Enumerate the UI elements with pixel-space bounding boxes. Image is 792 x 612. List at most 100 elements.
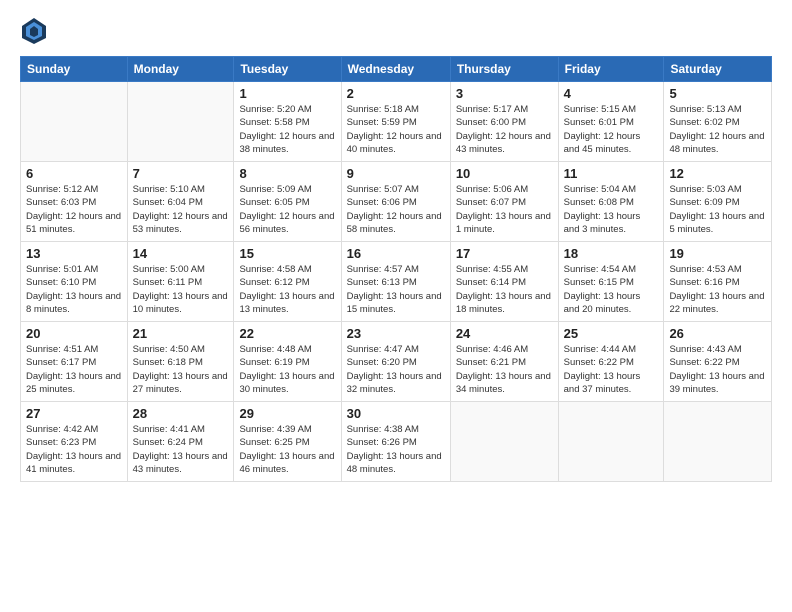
day-number: 4 [564,86,659,101]
calendar-cell: 10 Sunrise: 5:06 AM Sunset: 6:07 PM Dayli… [450,162,558,242]
day-number: 17 [456,246,553,261]
calendar-cell [558,402,664,482]
day-info: Sunrise: 4:42 AM Sunset: 6:23 PM Dayligh… [26,423,122,476]
day-number: 3 [456,86,553,101]
day-info: Sunrise: 5:17 AM Sunset: 6:00 PM Dayligh… [456,103,553,156]
day-number: 11 [564,166,659,181]
calendar-cell: 15 Sunrise: 4:58 AM Sunset: 6:12 PM Dayli… [234,242,341,322]
calendar-cell: 20 Sunrise: 4:51 AM Sunset: 6:17 PM Dayli… [21,322,128,402]
day-info: Sunrise: 4:57 AM Sunset: 6:13 PM Dayligh… [347,263,445,316]
calendar-cell: 1 Sunrise: 5:20 AM Sunset: 5:58 PM Daylig… [234,82,341,162]
calendar-cell: 5 Sunrise: 5:13 AM Sunset: 6:02 PM Daylig… [664,82,772,162]
calendar-cell: 25 Sunrise: 4:44 AM Sunset: 6:22 PM Dayli… [558,322,664,402]
day-number: 24 [456,326,553,341]
calendar-cell: 12 Sunrise: 5:03 AM Sunset: 6:09 PM Dayli… [664,162,772,242]
calendar-cell: 8 Sunrise: 5:09 AM Sunset: 6:05 PM Daylig… [234,162,341,242]
day-number: 1 [239,86,335,101]
day-info: Sunrise: 4:47 AM Sunset: 6:20 PM Dayligh… [347,343,445,396]
calendar-cell: 30 Sunrise: 4:38 AM Sunset: 6:26 PM Dayli… [341,402,450,482]
day-number: 25 [564,326,659,341]
calendar-cell: 23Sunrise: 4:47 AM Sunset: 6:20 PM Dayli… [341,322,450,402]
day-number: 12 [669,166,766,181]
day-info: Sunrise: 4:38 AM Sunset: 6:26 PM Dayligh… [347,423,445,476]
calendar-cell: 9 Sunrise: 5:07 AM Sunset: 6:06 PM Daylig… [341,162,450,242]
day-number: 2 [347,86,445,101]
calendar-cell: 13 Sunrise: 5:01 AM Sunset: 6:10 PM Dayli… [21,242,128,322]
calendar-header-row: SundayMondayTuesdayWednesdayThursdayFrid… [21,57,772,82]
day-info: Sunrise: 4:54 AM Sunset: 6:15 PM Dayligh… [564,263,659,316]
day-info: Sunrise: 5:15 AM Sunset: 6:01 PM Dayligh… [564,103,659,156]
day-number: 13 [26,246,122,261]
calendar-cell: 19Sunrise: 4:53 AM Sunset: 6:16 PM Dayli… [664,242,772,322]
logo-icon [20,16,48,44]
weekday-header: Wednesday [341,57,450,82]
day-number: 20 [26,326,122,341]
day-info: Sunrise: 4:58 AM Sunset: 6:12 PM Dayligh… [239,263,335,316]
day-info: Sunrise: 4:55 AM Sunset: 6:14 PM Dayligh… [456,263,553,316]
day-info: Sunrise: 4:48 AM Sunset: 6:19 PM Dayligh… [239,343,335,396]
calendar-cell [450,402,558,482]
day-info: Sunrise: 4:50 AM Sunset: 6:18 PM Dayligh… [133,343,229,396]
calendar-cell: 26 Sunrise: 4:43 AM Sunset: 6:22 PM Dayli… [664,322,772,402]
day-info: Sunrise: 5:00 AM Sunset: 6:11 PM Dayligh… [133,263,229,316]
day-number: 30 [347,406,445,421]
day-info: Sunrise: 4:51 AM Sunset: 6:17 PM Dayligh… [26,343,122,396]
day-info: Sunrise: 4:44 AM Sunset: 6:22 PM Dayligh… [564,343,659,396]
weekday-header: Tuesday [234,57,341,82]
day-info: Sunrise: 5:09 AM Sunset: 6:05 PM Dayligh… [239,183,335,236]
day-number: 5 [669,86,766,101]
day-number: 7 [133,166,229,181]
calendar-cell: 7Sunrise: 5:10 AM Sunset: 6:04 PM Daylig… [127,162,234,242]
weekday-header: Friday [558,57,664,82]
day-number: 15 [239,246,335,261]
calendar-cell: 22 Sunrise: 4:48 AM Sunset: 6:19 PM Dayli… [234,322,341,402]
calendar-cell: 28Sunrise: 4:41 AM Sunset: 6:24 PM Dayli… [127,402,234,482]
calendar-cell: 17 Sunrise: 4:55 AM Sunset: 6:14 PM Dayli… [450,242,558,322]
day-info: Sunrise: 5:20 AM Sunset: 5:58 PM Dayligh… [239,103,335,156]
weekday-header: Saturday [664,57,772,82]
day-info: Sunrise: 5:06 AM Sunset: 6:07 PM Dayligh… [456,183,553,236]
day-number: 8 [239,166,335,181]
day-info: Sunrise: 4:46 AM Sunset: 6:21 PM Dayligh… [456,343,553,396]
day-number: 26 [669,326,766,341]
day-number: 22 [239,326,335,341]
day-info: Sunrise: 4:43 AM Sunset: 6:22 PM Dayligh… [669,343,766,396]
calendar-cell: 2 Sunrise: 5:18 AM Sunset: 5:59 PM Daylig… [341,82,450,162]
calendar-week-row: 13 Sunrise: 5:01 AM Sunset: 6:10 PM Dayli… [21,242,772,322]
calendar-cell [664,402,772,482]
calendar-cell: 6Sunrise: 5:12 AM Sunset: 6:03 PM Daylig… [21,162,128,242]
day-number: 27 [26,406,122,421]
day-info: Sunrise: 5:18 AM Sunset: 5:59 PM Dayligh… [347,103,445,156]
calendar-cell: 18Sunrise: 4:54 AM Sunset: 6:15 PM Dayli… [558,242,664,322]
calendar-week-row: 20 Sunrise: 4:51 AM Sunset: 6:17 PM Dayli… [21,322,772,402]
day-number: 21 [133,326,229,341]
day-number: 10 [456,166,553,181]
weekday-header: Monday [127,57,234,82]
calendar-week-row: 1 Sunrise: 5:20 AM Sunset: 5:58 PM Daylig… [21,82,772,162]
day-info: Sunrise: 5:04 AM Sunset: 6:08 PM Dayligh… [564,183,659,236]
calendar-cell: 4 Sunrise: 5:15 AM Sunset: 6:01 PM Daylig… [558,82,664,162]
calendar-cell: 11 Sunrise: 5:04 AM Sunset: 6:08 PM Dayli… [558,162,664,242]
calendar-table: SundayMondayTuesdayWednesdayThursdayFrid… [20,56,772,482]
logo [20,16,50,44]
day-info: Sunrise: 4:41 AM Sunset: 6:24 PM Dayligh… [133,423,229,476]
weekday-header: Sunday [21,57,128,82]
day-info: Sunrise: 5:01 AM Sunset: 6:10 PM Dayligh… [26,263,122,316]
calendar-cell: 24 Sunrise: 4:46 AM Sunset: 6:21 PM Dayli… [450,322,558,402]
day-info: Sunrise: 5:03 AM Sunset: 6:09 PM Dayligh… [669,183,766,236]
header [20,16,772,44]
calendar-cell: 3 Sunrise: 5:17 AM Sunset: 6:00 PM Daylig… [450,82,558,162]
day-number: 19 [669,246,766,261]
calendar-cell: 29Sunrise: 4:39 AM Sunset: 6:25 PM Dayli… [234,402,341,482]
day-number: 9 [347,166,445,181]
calendar-cell: 16 Sunrise: 4:57 AM Sunset: 6:13 PM Dayli… [341,242,450,322]
day-info: Sunrise: 5:07 AM Sunset: 6:06 PM Dayligh… [347,183,445,236]
day-number: 6 [26,166,122,181]
calendar-week-row: 6Sunrise: 5:12 AM Sunset: 6:03 PM Daylig… [21,162,772,242]
day-number: 14 [133,246,229,261]
day-number: 16 [347,246,445,261]
calendar-cell: 14 Sunrise: 5:00 AM Sunset: 6:11 PM Dayli… [127,242,234,322]
calendar-cell: 21 Sunrise: 4:50 AM Sunset: 6:18 PM Dayli… [127,322,234,402]
day-info: Sunrise: 5:13 AM Sunset: 6:02 PM Dayligh… [669,103,766,156]
calendar-cell [127,82,234,162]
